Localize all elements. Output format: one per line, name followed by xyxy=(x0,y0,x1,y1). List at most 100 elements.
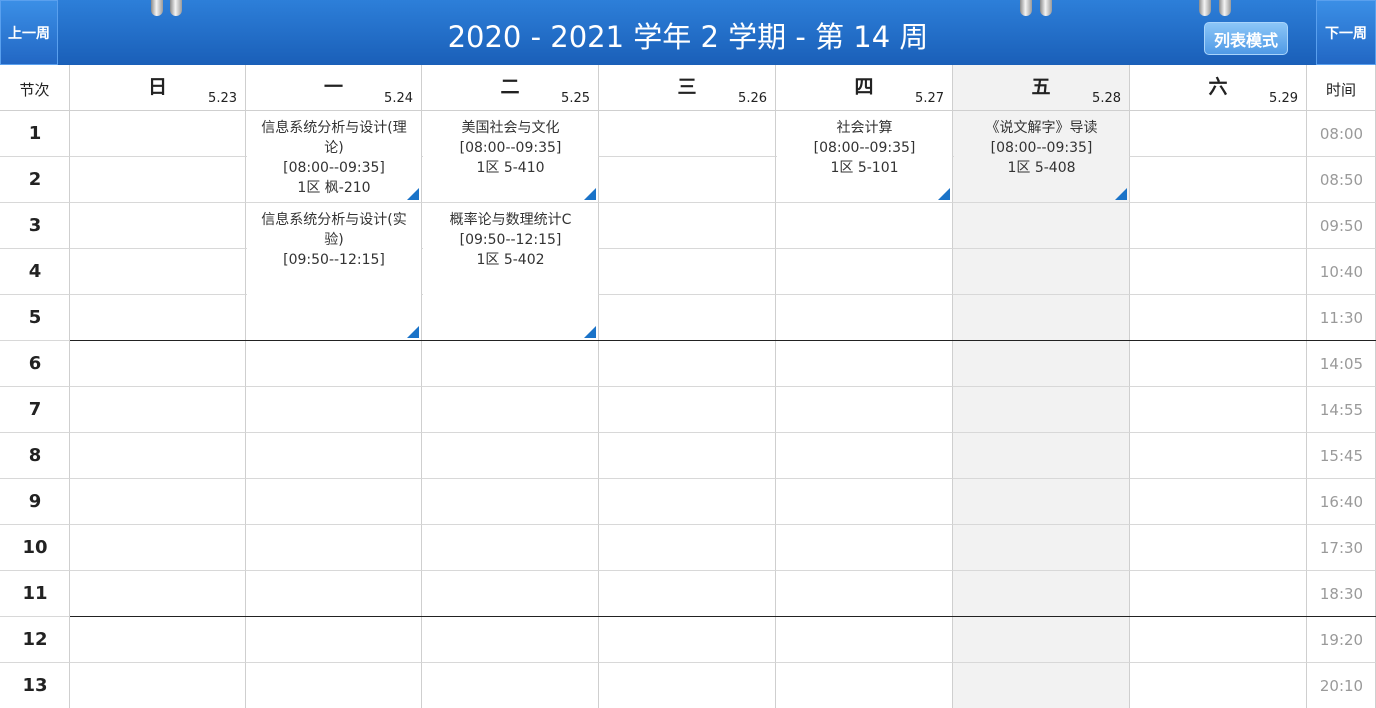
course-block[interactable]: 信息系统分析与设计(实验) [09:50--12:15] xyxy=(247,204,421,340)
grid-cell[interactable] xyxy=(599,479,776,525)
period-time: 10:40 xyxy=(1319,263,1364,281)
grid-cell[interactable] xyxy=(776,479,953,525)
grid-cell[interactable] xyxy=(953,203,1130,249)
grid-cell[interactable] xyxy=(953,387,1130,433)
grid-cell[interactable] xyxy=(246,341,422,387)
grid-cell[interactable] xyxy=(1130,525,1307,571)
grid-cell[interactable] xyxy=(776,617,953,663)
grid-cell[interactable] xyxy=(1130,295,1307,341)
grid-cell[interactable] xyxy=(599,157,776,203)
grid-cell[interactable] xyxy=(776,433,953,479)
course-block[interactable]: 概率论与数理统计C [09:50--12:15] 1区 5-402 xyxy=(423,204,598,340)
grid-cell[interactable] xyxy=(422,433,599,479)
grid-cell[interactable] xyxy=(953,249,1130,295)
grid-cell[interactable] xyxy=(1130,249,1307,295)
grid-cell[interactable] xyxy=(246,571,422,617)
grid-cell[interactable] xyxy=(70,571,246,617)
course-block[interactable]: 信息系统分析与设计(理论) [08:00--09:35] 1区 枫-210 xyxy=(247,112,421,202)
grid-cell[interactable] xyxy=(599,571,776,617)
grid-cell[interactable] xyxy=(599,387,776,433)
grid-cell[interactable] xyxy=(70,387,246,433)
grid-cell[interactable] xyxy=(70,617,246,663)
grid-cell[interactable] xyxy=(1130,571,1307,617)
grid-cell[interactable] xyxy=(599,663,776,708)
grid-cell[interactable] xyxy=(599,433,776,479)
grid-cell[interactable] xyxy=(953,433,1130,479)
grid-cell[interactable] xyxy=(776,387,953,433)
grid-cell[interactable] xyxy=(246,617,422,663)
grid-cell[interactable] xyxy=(1130,157,1307,203)
grid-cell[interactable] xyxy=(70,525,246,571)
period-time: 09:50 xyxy=(1319,217,1364,235)
grid-cell[interactable] xyxy=(422,525,599,571)
day-date: 5.24 xyxy=(384,91,413,106)
day-header-5.27[interactable]: 四 5.27 xyxy=(776,65,953,111)
grid-cell[interactable] xyxy=(776,571,953,617)
course-time: [08:00--09:35] xyxy=(813,140,916,156)
grid-cell[interactable] xyxy=(953,571,1130,617)
grid-cell[interactable] xyxy=(1130,433,1307,479)
grid-cell[interactable] xyxy=(70,203,246,249)
grid-cell[interactable] xyxy=(246,663,422,708)
grid-cell[interactable] xyxy=(953,525,1130,571)
grid-cell[interactable] xyxy=(599,525,776,571)
grid-cell[interactable] xyxy=(70,341,246,387)
grid-cell[interactable] xyxy=(1130,341,1307,387)
grid-cell[interactable] xyxy=(422,571,599,617)
course-block[interactable]: 《说文解字》导读 [08:00--09:35] 1区 5-408 xyxy=(954,112,1129,202)
grid-cell[interactable] xyxy=(246,479,422,525)
grid-cell[interactable] xyxy=(70,111,246,157)
grid-cell[interactable] xyxy=(599,249,776,295)
grid-cell[interactable] xyxy=(953,617,1130,663)
grid-cell[interactable] xyxy=(953,663,1130,708)
grid-cell[interactable] xyxy=(1130,387,1307,433)
grid-cell[interactable] xyxy=(599,203,776,249)
grid-cell[interactable] xyxy=(599,295,776,341)
grid-cell[interactable] xyxy=(776,341,953,387)
next-week-button[interactable]: 下一周 xyxy=(1316,0,1376,65)
grid-cell[interactable] xyxy=(70,433,246,479)
grid-cell[interactable] xyxy=(70,663,246,708)
grid-cell[interactable] xyxy=(599,617,776,663)
day-date: 5.23 xyxy=(208,91,237,106)
grid-cell[interactable] xyxy=(776,295,953,341)
grid-cell[interactable] xyxy=(246,387,422,433)
grid-cell[interactable] xyxy=(246,433,422,479)
day-header-5.25[interactable]: 二 5.25 xyxy=(422,65,599,111)
day-header-5.26[interactable]: 三 5.26 xyxy=(599,65,776,111)
grid-cell[interactable] xyxy=(70,295,246,341)
grid-cell[interactable] xyxy=(1130,111,1307,157)
grid-cell[interactable] xyxy=(776,249,953,295)
grid-cell[interactable] xyxy=(1130,479,1307,525)
grid-cell[interactable] xyxy=(70,157,246,203)
list-mode-button[interactable]: 列表模式 xyxy=(1204,22,1288,55)
course-block[interactable]: 美国社会与文化 [08:00--09:35] 1区 5-410 xyxy=(423,112,598,202)
grid-cell[interactable] xyxy=(776,663,953,708)
grid-cell[interactable] xyxy=(70,479,246,525)
grid-cell[interactable] xyxy=(422,387,599,433)
grid-cell[interactable] xyxy=(246,525,422,571)
grid-cell[interactable] xyxy=(422,479,599,525)
grid-cell[interactable] xyxy=(599,341,776,387)
grid-cell[interactable] xyxy=(776,525,953,571)
grid-cell[interactable] xyxy=(1130,617,1307,663)
day-date: 5.29 xyxy=(1269,91,1298,106)
corner-marker-icon xyxy=(584,188,596,200)
day-header-5.29[interactable]: 六 5.29 xyxy=(1130,65,1307,111)
grid-cell[interactable] xyxy=(70,249,246,295)
grid-cell[interactable] xyxy=(1130,663,1307,708)
grid-cell[interactable] xyxy=(422,341,599,387)
day-header-5.24[interactable]: 一 5.24 xyxy=(246,65,422,111)
day-header-5.23[interactable]: 日 5.23 xyxy=(70,65,246,111)
day-header-5.28[interactable]: 五 5.28 xyxy=(953,65,1130,111)
grid-cell[interactable] xyxy=(1130,203,1307,249)
course-name: 《说文解字》导读 xyxy=(985,120,1098,136)
grid-cell[interactable] xyxy=(422,617,599,663)
grid-cell[interactable] xyxy=(776,203,953,249)
grid-cell[interactable] xyxy=(953,479,1130,525)
grid-cell[interactable] xyxy=(422,663,599,708)
grid-cell[interactable] xyxy=(599,111,776,157)
grid-cell[interactable] xyxy=(953,341,1130,387)
course-block[interactable]: 社会计算 [08:00--09:35] 1区 5-101 xyxy=(777,112,952,202)
grid-cell[interactable] xyxy=(953,295,1130,341)
